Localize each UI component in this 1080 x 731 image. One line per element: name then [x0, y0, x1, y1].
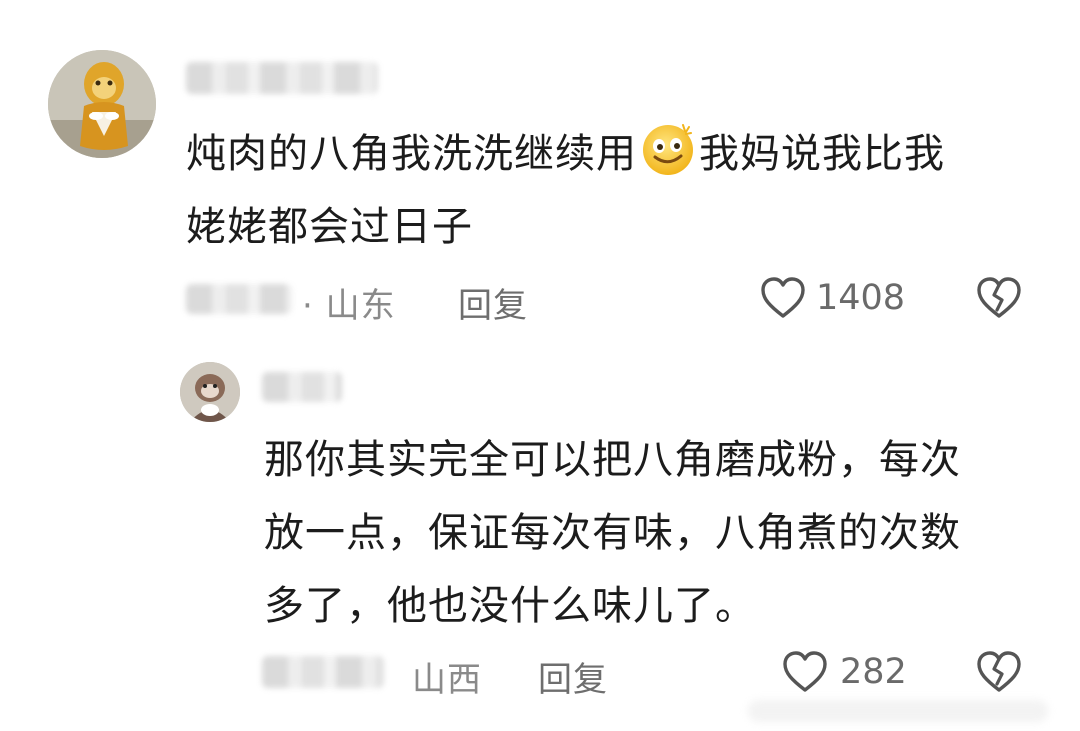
location-label: · 山东 — [302, 286, 396, 326]
avatar-image — [180, 362, 240, 422]
comment-text: 炖肉的八角我洗洗继续用 我妈说我比我 — [186, 118, 945, 191]
date-blurred — [186, 284, 292, 314]
dislike-broken-heart-icon[interactable] — [976, 276, 1022, 320]
comment-text: 姥姥都会过日子 — [186, 204, 473, 250]
comment-text-part: 炖肉的八角我洗洗继续用 — [186, 131, 637, 177]
watermark — [748, 700, 1048, 722]
like-heart-icon[interactable] — [760, 276, 806, 320]
like-heart-icon[interactable] — [782, 650, 828, 694]
reply-button[interactable]: 回复 — [458, 278, 528, 327]
username-blurred[interactable] — [186, 62, 378, 94]
comment-text: 那你其实完全可以把八角磨成粉，每次 — [264, 437, 961, 483]
location-label: 山西 — [412, 660, 482, 700]
comment-text-part: 我妈说我比我 — [699, 131, 945, 177]
smiling-face-emoji-icon — [639, 119, 697, 177]
avatar[interactable] — [48, 50, 156, 158]
avatar[interactable] — [180, 362, 240, 422]
comment-text: 多了，他也没什么味儿了。 — [264, 583, 756, 629]
like-count: 1408 — [816, 278, 906, 318]
username-blurred[interactable] — [262, 372, 342, 402]
comment-text: 放一点，保证每次有味，八角煮的次数 — [264, 510, 961, 556]
dislike-broken-heart-icon[interactable] — [976, 650, 1022, 694]
avatar-image — [48, 50, 156, 158]
reply-button[interactable]: 回复 — [538, 652, 608, 701]
like-count: 282 — [840, 652, 907, 692]
date-blurred — [262, 656, 384, 688]
